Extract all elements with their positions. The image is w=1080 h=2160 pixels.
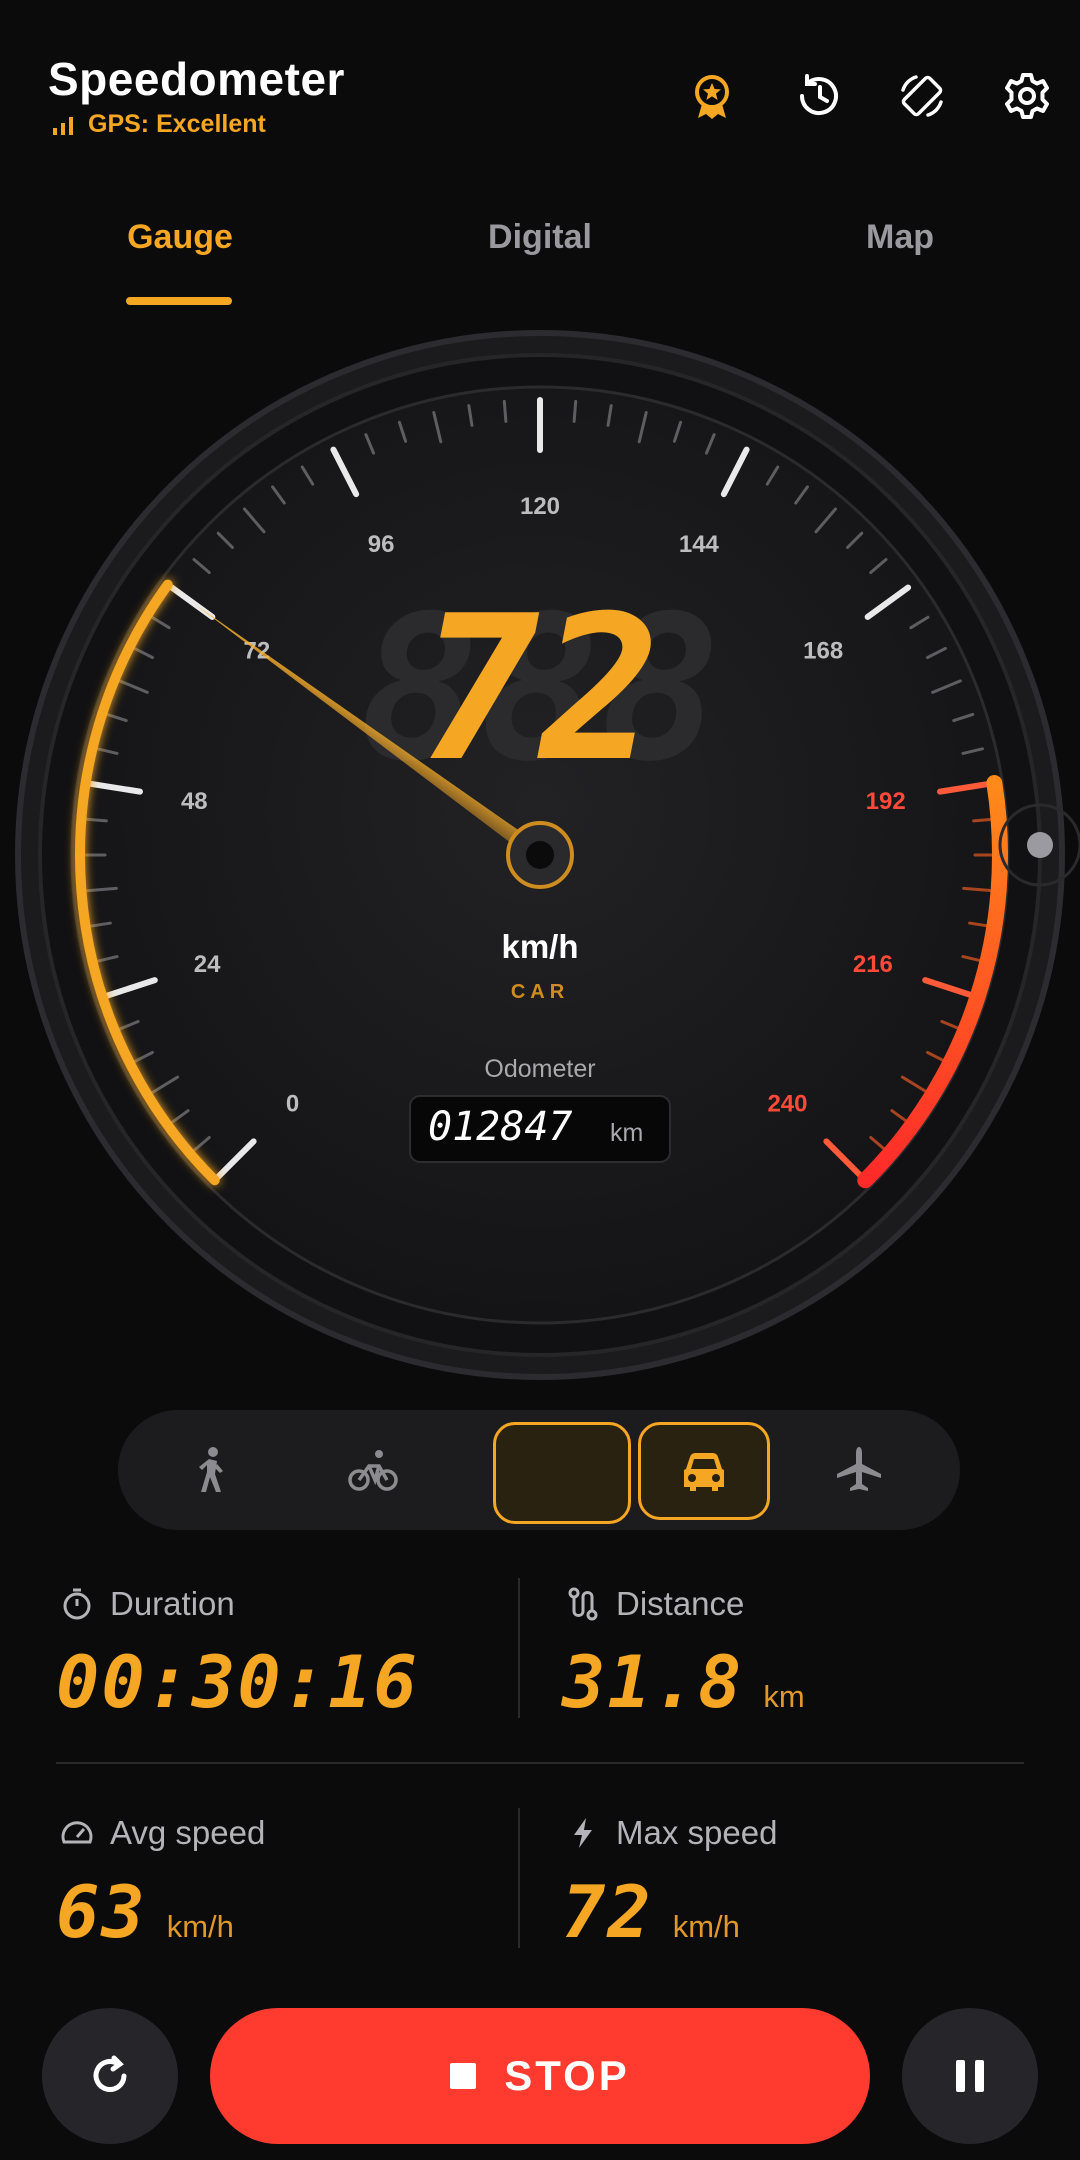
max-speed-value-row: 72 km/h [562, 1870, 740, 1954]
avg-speed-unit: km/h [166, 1909, 234, 1944]
distance-stat-label: Distance [566, 1585, 744, 1623]
duration-value: 00:30:16 [56, 1640, 419, 1724]
walking-person-icon [199, 1447, 223, 1492]
speedometer-icon [61, 1821, 93, 1844]
gauge-minor-tick [572, 399, 578, 423]
stat-divider-vertical-top [518, 1578, 520, 1718]
avg-speed-stat-label: Avg speed [60, 1814, 265, 1852]
tab-map[interactable]: Map [866, 218, 934, 257]
pause-button[interactable] [902, 2008, 1038, 2144]
bicycle-icon [348, 1450, 398, 1491]
gauge-tick-label: 120 [520, 493, 560, 520]
max-speed-label-text: Max speed [616, 1814, 778, 1851]
tab-gauge[interactable]: Gauge [127, 218, 233, 257]
distance-unit: km [763, 1679, 805, 1714]
airplane-icon [837, 1447, 881, 1491]
speed-readout: 72 [420, 573, 661, 806]
gauge-tick-label: 168 [803, 637, 843, 664]
mode-bicycle-button[interactable] [307, 1422, 439, 1518]
gauge-tick-label: 216 [853, 951, 893, 978]
gauge-side-knob-dot [1027, 832, 1053, 858]
odometer-label: Odometer [484, 1055, 595, 1083]
vehicle-mode-selector [118, 1410, 960, 1530]
max-speed-stat-label: Max speed [566, 1814, 777, 1852]
gauge-tick-label: 48 [181, 788, 208, 815]
distance-value-row: 31.8 km [562, 1640, 805, 1724]
gauge-minor-tick [502, 399, 508, 423]
history-icon[interactable] [790, 68, 846, 124]
mode-car-button[interactable] [493, 1422, 631, 1524]
pause-icon [956, 2060, 984, 2092]
stopwatch-icon [63, 1588, 91, 1620]
avg-speed-value-row: 63 km/h [56, 1870, 234, 1954]
route-icon [568, 1587, 598, 1621]
gauge-tick-label: 144 [679, 531, 720, 558]
gps-status: GPS: Excellent [52, 110, 266, 139]
avg-speed-label-text: Avg speed [110, 1814, 266, 1851]
speed-gauge: 024487296120144168192216240 888 72 km/h … [15, 330, 1080, 1380]
avg-speed-value: 63 [56, 1870, 147, 1954]
vehicle-mode-label: CAR [511, 981, 569, 1003]
stop-button-label: STOP [504, 2052, 630, 2099]
stat-divider-vertical-bottom [518, 1808, 520, 1948]
gauge-minor-tick [972, 817, 996, 823]
duration-label-text: Duration [110, 1585, 235, 1622]
gauge-tick-label: 96 [368, 531, 395, 558]
duration-stat-label: Duration [60, 1585, 235, 1623]
distance-value: 31.8 [562, 1640, 744, 1724]
stop-square-icon [450, 2063, 477, 2089]
gauge-minor-tick [84, 817, 108, 823]
gauge-tick-label: 240 [767, 1090, 807, 1117]
tab-digital[interactable]: Digital [488, 218, 592, 257]
stop-button[interactable]: STOP [210, 2008, 870, 2144]
gauge-tick-label: 0 [286, 1090, 299, 1117]
achievement-badge-icon[interactable] [684, 68, 740, 124]
app-title: Speedometer [48, 53, 345, 105]
active-tab-indicator [126, 297, 232, 305]
gps-status-text: GPS: Excellent [88, 110, 266, 138]
max-speed-value: 72 [562, 1870, 653, 1954]
mode-walk-button[interactable] [145, 1422, 277, 1518]
distance-label-text: Distance [616, 1585, 745, 1622]
signal-bars-icon [53, 116, 73, 135]
settings-gear-icon[interactable] [999, 68, 1055, 124]
stat-divider-horizontal [56, 1762, 1024, 1764]
max-speed-unit: km/h [672, 1909, 740, 1944]
mode-car-active-indicator[interactable] [638, 1422, 770, 1520]
reset-button[interactable] [42, 2008, 178, 2144]
speed-unit: km/h [501, 928, 578, 965]
odometer-unit: km [610, 1119, 643, 1147]
lightning-icon [574, 1818, 592, 1848]
gauge-tick-label: 192 [866, 788, 906, 815]
screen-rotate-icon[interactable] [894, 68, 950, 124]
car-icon [684, 1453, 724, 1491]
needle-hub-center [526, 841, 554, 869]
mode-plane-button[interactable] [793, 1422, 925, 1518]
reset-icon [93, 2055, 127, 2092]
gauge-tick-label: 24 [194, 951, 221, 978]
odometer-value: 012847 [428, 1104, 573, 1150]
